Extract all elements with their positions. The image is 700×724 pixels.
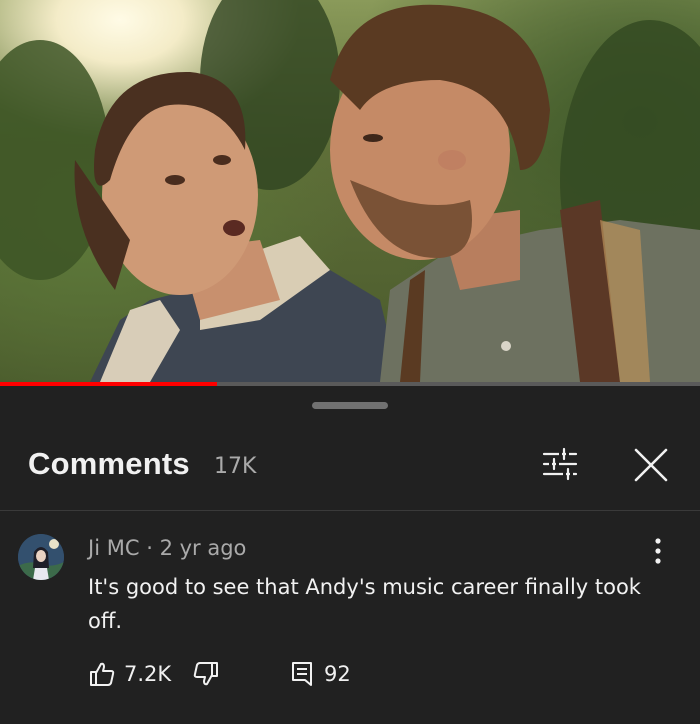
thumbs-down-icon xyxy=(193,662,218,686)
comment-actions: 7.2K 92 xyxy=(88,660,388,690)
comment-age: 2 yr ago xyxy=(159,536,247,560)
reply-button[interactable]: 92 xyxy=(288,660,351,688)
comment-text: It's good to see that Andy's music caree… xyxy=(88,575,641,633)
comments-count: 17K xyxy=(214,454,257,479)
reply-count: 92 xyxy=(324,662,351,686)
avatar-image xyxy=(18,534,64,580)
comments-panel: Comments 17K Ji MC · 2 yr ago It's good … xyxy=(0,386,700,724)
comment-meta: Ji MC · 2 yr ago xyxy=(88,536,246,560)
more-vert-icon xyxy=(655,538,661,564)
video-player[interactable] xyxy=(0,0,700,382)
meta-separator: · xyxy=(146,536,153,560)
comments-title: Comments xyxy=(28,446,190,481)
dislike-button[interactable] xyxy=(192,660,220,688)
sliders-icon xyxy=(542,447,578,481)
sort-filter-button[interactable] xyxy=(540,446,580,482)
like-button[interactable]: 7.2K xyxy=(88,660,171,688)
drag-handle[interactable] xyxy=(312,402,388,409)
close-icon xyxy=(634,448,668,482)
thumbs-up-icon xyxy=(90,662,115,686)
comment-more-button[interactable] xyxy=(646,536,670,566)
comment-author[interactable]: Ji MC xyxy=(88,536,140,560)
header-divider xyxy=(0,510,700,511)
reply-icon xyxy=(292,662,312,686)
video-frame-image xyxy=(0,0,700,382)
avatar[interactable] xyxy=(18,534,64,580)
like-count: 7.2K xyxy=(124,662,172,686)
close-comments-button[interactable] xyxy=(630,444,672,486)
